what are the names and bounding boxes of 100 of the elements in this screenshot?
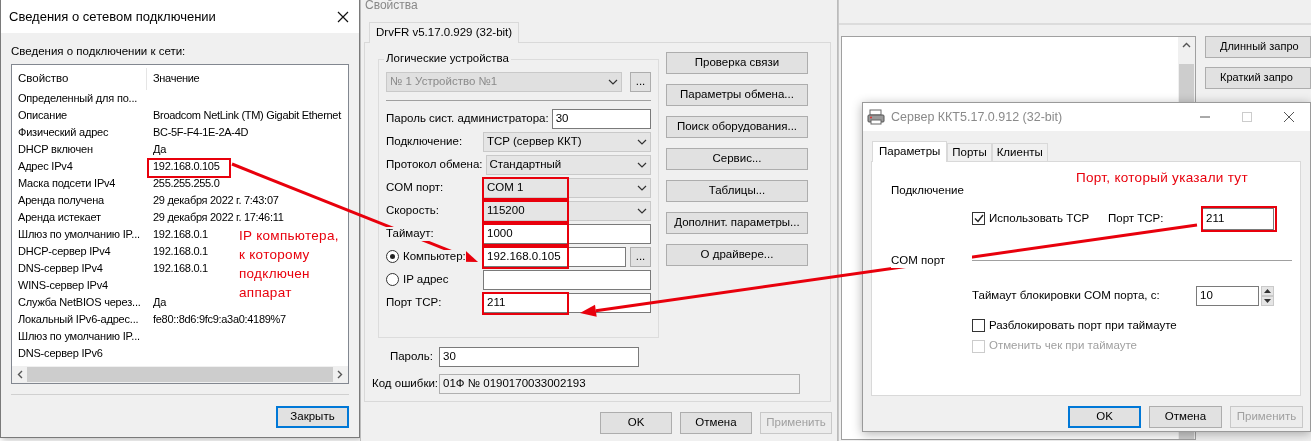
dropdown[interactable]: 115200	[483, 201, 651, 221]
property-name: Маска подсети IPv4	[17, 176, 117, 190]
input-field[interactable]	[483, 270, 651, 290]
field-label: COM порт:	[386, 181, 444, 195]
group-label: Логические устройства	[384, 52, 511, 66]
toolbar-button[interactable]: Длинный запро	[1205, 36, 1311, 58]
dropdown[interactable]: TCP (сервер ККТ)	[483, 132, 651, 152]
spin-field[interactable]: 10	[1196, 285, 1259, 306]
property-name: DHCP включен	[17, 142, 94, 156]
tab[interactable]: Клиенты	[991, 143, 1048, 161]
dialog-button[interactable]: OK	[1068, 406, 1141, 428]
property-value: 255.255.255.0	[152, 176, 220, 190]
chevron-down-icon	[637, 162, 647, 168]
input-field[interactable]: 1000	[483, 224, 651, 244]
browse-button[interactable]: ...	[630, 247, 651, 267]
property-value: Да	[152, 295, 166, 309]
check-icon	[973, 214, 984, 224]
property-name: Локальный IPv6-адрес...	[17, 312, 140, 326]
property-name: DNS-сервер IPv6	[17, 346, 104, 360]
property-name: DHCP-сервер IPv4	[17, 244, 112, 258]
dropdown[interactable]: COM 1	[483, 178, 651, 198]
input-field[interactable]: 211	[483, 293, 651, 313]
window-title: Сервер ККТ5.17.0.912 (32-bit)	[891, 109, 1063, 125]
field-label: Скорость:	[386, 204, 439, 218]
property-name: WINS-сервер IPv4	[17, 278, 109, 292]
field-label: Пароль:	[388, 350, 434, 364]
property-name: Определенный для по...	[17, 91, 139, 105]
checkbox-label: Использовать TCP	[989, 211, 1090, 226]
field-label: Таймаут:	[386, 227, 434, 241]
input-field[interactable]: 30	[439, 347, 639, 367]
dropdown[interactable]: Стандартный	[485, 155, 651, 175]
property-name: Аренда истекает	[17, 210, 102, 224]
tab[interactable]: DrvFR v5.17.0.929 (32-bit)	[369, 22, 520, 43]
scrollbar[interactable]	[12, 365, 348, 383]
property-name: Шлюз по умолчанию IP...	[17, 227, 141, 241]
property-name: Физический адрес	[17, 125, 110, 139]
field-label: Протокол обмена:	[386, 158, 483, 172]
tab[interactable]: Параметры	[872, 141, 948, 162]
side-button[interactable]: Дополнит. параметры...	[666, 212, 808, 234]
property-value: BC-5F-F4-1E-2A-4D	[152, 125, 249, 139]
input-field[interactable]: 192.168.0.105	[483, 247, 626, 267]
side-button[interactable]: Поиск оборудования...	[666, 116, 808, 138]
spin-down-icon[interactable]	[1261, 295, 1274, 306]
spin-up-icon[interactable]	[1261, 285, 1274, 296]
annotation-text: IP компьютера, к которому подключен аппарат	[239, 227, 340, 302]
input-field[interactable]: 30	[551, 109, 651, 129]
field-label: IP адрес	[403, 273, 449, 287]
property-value: Да	[152, 142, 166, 156]
radio-button[interactable]	[386, 250, 399, 264]
chevron-right-icon[interactable]	[337, 369, 343, 379]
input-field[interactable]: 211	[1202, 207, 1274, 230]
close-icon[interactable]	[1284, 112, 1294, 122]
property-value: 192.168.0.1	[152, 244, 208, 258]
radio-button[interactable]	[386, 273, 399, 287]
caption: Сведения о подключении к сети:	[11, 45, 187, 59]
property-value: fe80::8d6:9fc9:a3a0:4189%7	[152, 312, 286, 326]
property-value: Broadcom NetLink (TM) Gigabit Ethernet	[152, 108, 341, 122]
column-header[interactable]: Значение	[147, 72, 200, 86]
window-title: Свойства	[364, 0, 419, 14]
property-value: 192.168.0.1	[152, 261, 208, 275]
readonly-field: 01Ф № 0190170033002193	[439, 374, 800, 394]
property-name: DNS-сервер IPv4	[17, 261, 104, 275]
field-label: Подключение:	[386, 135, 463, 149]
field-label: Таймаут блокировки COM порта, с:	[972, 288, 1161, 303]
side-button[interactable]: Таблицы...	[666, 180, 808, 202]
toolbar-button[interactable]: Краткий запро	[1205, 67, 1311, 89]
checkbox-label: Разблокировать порт при таймауте	[989, 318, 1177, 333]
side-button[interactable]: Проверка связи	[666, 52, 808, 74]
property-value: 29 декабря 2022 г. 7:43:07	[152, 193, 279, 207]
chevron-down-icon	[637, 185, 647, 191]
window-title: Сведения о сетевом подключении	[9, 8, 216, 25]
section-label: COM порт	[891, 253, 972, 268]
field-label: Порт TCP:	[1108, 211, 1165, 226]
tab[interactable]: Порты	[947, 143, 992, 161]
property-name: Служба NetBIOS через...	[17, 295, 142, 309]
field-label: Компьютер:	[403, 250, 466, 264]
side-button[interactable]: Параметры обмена...	[666, 84, 808, 106]
dialog-button[interactable]: Закрыть	[276, 405, 349, 428]
annotation-text: Порт, который указали тут	[1076, 170, 1248, 187]
checkbox[interactable]	[972, 319, 985, 332]
side-button[interactable]: Сервис...	[666, 148, 808, 170]
close-icon[interactable]	[337, 10, 349, 23]
dialog-button[interactable]: OK	[600, 412, 672, 434]
column-header[interactable]: Свойство	[12, 67, 147, 90]
property-value: 192.168.0.105	[147, 159, 220, 173]
chevron-left-icon[interactable]	[17, 369, 23, 379]
property-value: 192.168.0.1	[152, 227, 208, 241]
field-label: Порт TCP:	[386, 296, 442, 310]
printer-icon	[867, 109, 885, 125]
chevron-up-icon[interactable]	[1182, 42, 1191, 48]
checkbox[interactable]	[972, 212, 985, 226]
dialog-button[interactable]: Отмена	[680, 412, 752, 434]
section-label: Подключение	[891, 184, 965, 198]
chevron-down-icon	[637, 139, 647, 145]
side-button[interactable]: О драйвере...	[666, 244, 808, 266]
property-value: 29 декабря 2022 г. 17:46:11	[152, 210, 284, 224]
property-name: Шлюз по умолчанию IP...	[17, 329, 141, 343]
dialog-button[interactable]: Отмена	[1149, 406, 1222, 428]
property-name: Описание	[17, 108, 68, 122]
chevron-down-icon	[637, 208, 647, 214]
